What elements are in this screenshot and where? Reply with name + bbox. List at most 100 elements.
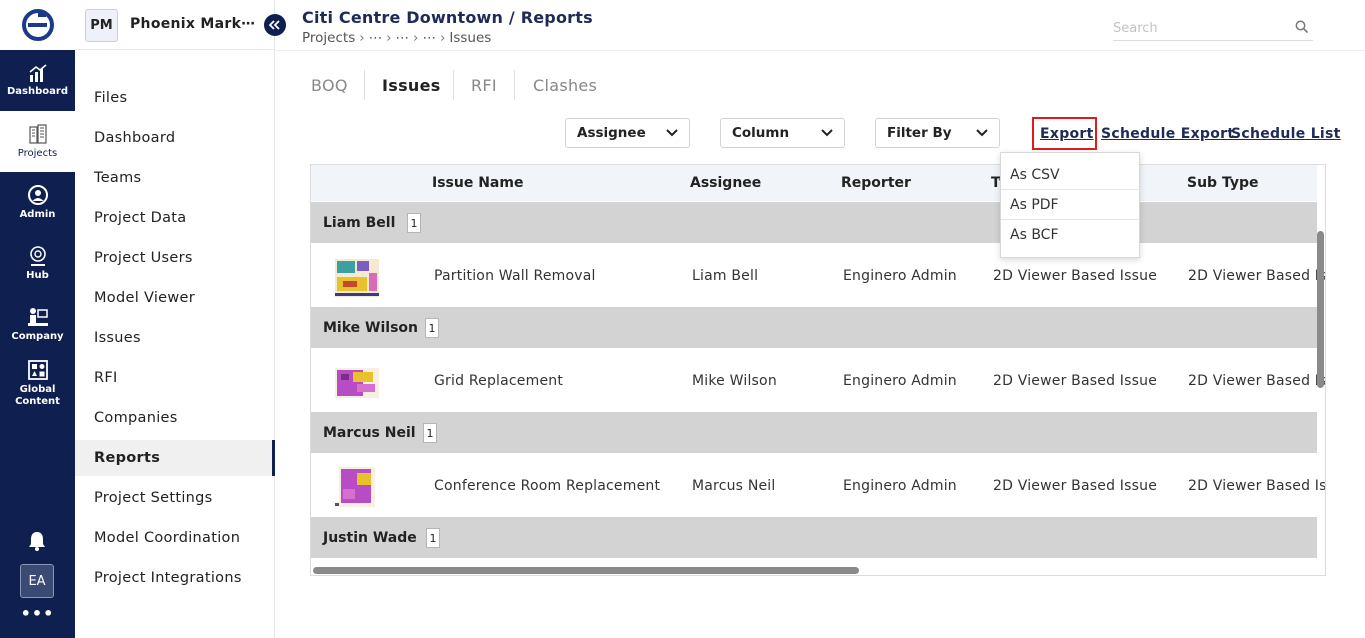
group-row[interactable]: Marcus Neil 1 [311,412,1317,453]
column-header-assignee[interactable]: Assignee [690,175,761,191]
table-row[interactable]: Conference Room Replacement Marcus Neil … [311,455,1325,519]
user-avatar[interactable]: EA [20,564,54,598]
group-row[interactable]: Liam Bell 1 [311,202,1317,243]
export-as-csv[interactable]: As CSV [1001,160,1139,190]
issue-thumbnail[interactable] [333,463,381,511]
issue-name[interactable]: Conference Room Replacement [434,478,660,494]
filter-by-dropdown-label: Filter By [887,125,952,141]
nav-item-files[interactable]: Files [75,80,275,116]
breadcrumb-ellipsis[interactable]: ⋯ [396,30,410,46]
issue-name[interactable]: Grid Replacement [434,373,563,389]
export-as-pdf[interactable]: As PDF [1001,190,1139,220]
export-as-bcf[interactable]: As BCF [1001,220,1139,250]
column-dropdown[interactable]: Column [720,118,845,148]
chevron-down-icon [976,129,988,137]
export-link[interactable]: Export [1040,126,1094,142]
group-count-badge: 1 [423,423,437,443]
column-header-sub-type[interactable]: Sub Type [1187,175,1258,191]
export-menu: As CSV As PDF As BCF [1000,152,1140,258]
issue-thumbnail[interactable] [333,358,381,406]
rail-item-company[interactable]: Company [0,294,75,355]
app-logo[interactable] [0,0,75,50]
group-name: Liam Bell [323,215,396,231]
issue-type: 2D Viewer Based Issue [993,478,1158,494]
breadcrumb-separator: › [439,30,446,46]
issue-type: 2D Viewer Based Issue [993,268,1158,284]
issue-reporter: Enginero Admin [843,373,957,389]
collapse-sidebar-button[interactable] [264,14,286,36]
schedule-list-link[interactable]: Schedule List [1231,126,1341,142]
company-icon [27,308,48,326]
group-name: Justin Wade [323,530,417,546]
issue-sub-type: 2D Viewer Based Issue [1188,268,1325,284]
issue-thumbnail[interactable] [333,253,381,301]
rail-item-hub[interactable]: Hub [0,233,75,294]
rail-label: Admin [19,209,56,220]
group-row[interactable]: Mike Wilson 1 [311,307,1317,348]
column-header-reporter[interactable]: Reporter [841,175,911,191]
project-sidebar: PM Phoenix Mark⋯ Files Dashboard Teams P… [75,0,275,638]
rail-item-dashboard[interactable]: Dashboard [0,50,75,111]
table-row[interactable]: Grid Replacement Mike Wilson Enginero Ad… [311,350,1325,414]
project-name[interactable]: Phoenix Mark⋯ [130,16,256,32]
rail-item-global-content[interactable]: Global Content [0,355,75,411]
filter-by-dropdown[interactable]: Filter By [875,118,1000,148]
more-menu-button[interactable]: ••• [0,604,75,623]
issues-table: Issue Name Assignee Reporter Type Sub Ty… [310,164,1326,576]
nav-item-rfi[interactable]: RFI [75,360,275,396]
column-header-issue-name[interactable]: Issue Name [432,175,523,191]
rail-item-admin[interactable]: Admin [0,172,75,233]
nav-item-companies[interactable]: Companies [75,400,275,436]
search-icon[interactable] [1295,20,1309,34]
assignee-dropdown-label: Assignee [577,125,646,141]
project-header: PM Phoenix Mark⋯ [75,0,275,50]
issue-assignee: Liam Bell [692,268,759,284]
user-circle-icon [27,185,48,205]
breadcrumb-ellipsis[interactable]: ⋯ [369,30,383,46]
rail-item-projects[interactable]: Projects [0,111,75,172]
group-row[interactable]: Justin Wade 1 [311,517,1317,558]
search-box [1113,17,1313,41]
issue-type: 2D Viewer Based Issue [993,373,1158,389]
breadcrumb-projects[interactable]: Projects [302,30,355,46]
page-title: Citi Centre Downtown / Reports [302,8,593,27]
nav-item-teams[interactable]: Teams [75,160,275,196]
tab-issues[interactable]: Issues [382,76,441,95]
issue-assignee: Marcus Neil [692,478,776,494]
nav-item-project-data[interactable]: Project Data [75,200,275,236]
breadcrumb-separator: › [359,30,365,46]
breadcrumb-ellipsis[interactable]: ⋯ [422,30,436,46]
breadcrumb-issues[interactable]: Issues [449,30,491,46]
table-row[interactable]: Partition Wall Removal Liam Bell Enginer… [311,245,1325,309]
schedule-export-link[interactable]: Schedule Export [1101,126,1234,142]
nav-item-project-settings[interactable]: Project Settings [75,480,275,516]
nav-item-project-integrations[interactable]: Project Integrations [75,560,275,596]
nav-item-reports[interactable]: Reports [75,440,275,476]
notifications-button[interactable] [26,530,48,556]
double-chevron-left-icon [269,20,280,30]
nav-item-issues[interactable]: Issues [75,320,275,356]
tab-boq[interactable]: BOQ [311,76,348,95]
horizontal-scrollbar[interactable] [313,567,859,574]
global-content-icon [27,359,48,380]
table-header: Issue Name Assignee Reporter Type Sub Ty… [311,165,1317,201]
vertical-scrollbar[interactable] [1317,231,1324,388]
assignee-dropdown[interactable]: Assignee [565,118,690,148]
breadcrumb-separator: › [413,30,419,46]
nav-item-model-viewer[interactable]: Model Viewer [75,280,275,316]
issue-name[interactable]: Partition Wall Removal [434,268,596,284]
rail-label: Dashboard [7,86,68,97]
breadcrumb-separator: › [386,30,392,46]
search-input[interactable] [1113,17,1283,40]
nav-item-project-users[interactable]: Project Users [75,240,275,276]
nav-item-dashboard[interactable]: Dashboard [75,120,275,156]
tab-divider [453,70,454,100]
tab-clashes[interactable]: Clashes [533,76,597,95]
tab-divider [514,70,515,100]
group-count-badge: 1 [407,213,421,233]
nav-item-model-coordination[interactable]: Model Coordination [75,520,275,556]
group-count-badge: 1 [425,318,439,338]
issue-reporter: Enginero Admin [843,268,957,284]
tab-rfi[interactable]: RFI [471,76,497,95]
chart-icon [28,64,47,82]
